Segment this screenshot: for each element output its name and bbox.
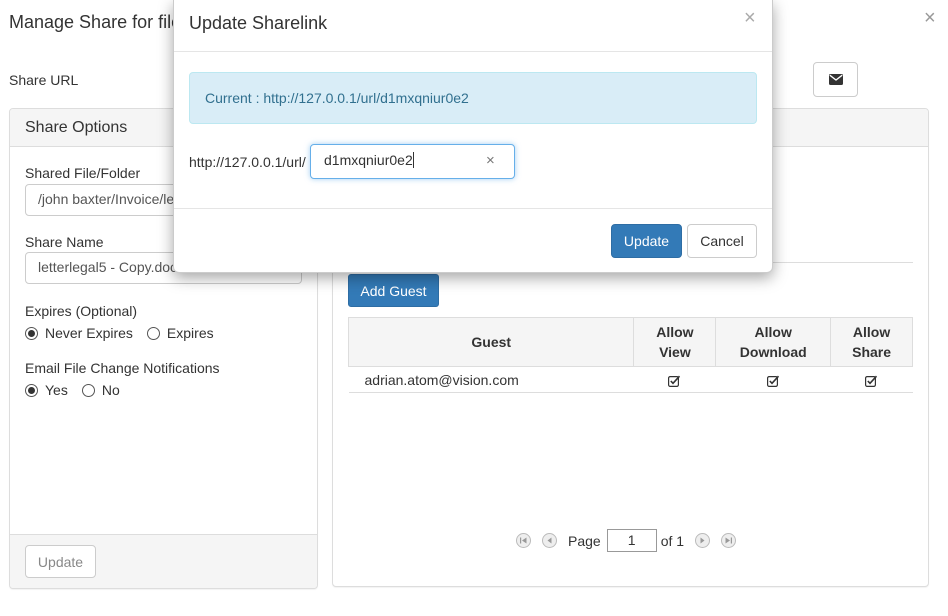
checked-box-icon[interactable]: [865, 375, 878, 387]
last-page-icon[interactable]: [721, 533, 737, 548]
expires-label: Expires (Optional): [25, 303, 138, 319]
update-sharelink-modal: [173, 0, 773, 273]
never-expires-label[interactable]: Never Expires: [45, 325, 133, 341]
allow-download-cell[interactable]: [715, 366, 831, 393]
expires-radio[interactable]: [146, 326, 160, 340]
column-header-allow-download[interactable]: Allow Download: [715, 317, 832, 367]
url-prefix-label: http://127.0.0.1/url/: [189, 154, 306, 170]
add-guest-button[interactable]: Add Guest: [348, 274, 439, 307]
checked-box-icon[interactable]: [668, 375, 681, 387]
page-label: Page: [568, 532, 601, 549]
manage-share-close-icon[interactable]: ×: [924, 8, 936, 28]
sharelink-slug-input[interactable]: d1mxqniur0e2: [310, 144, 515, 179]
modal-close-icon[interactable]: ×: [744, 8, 756, 28]
notifications-yes-label[interactable]: Yes: [45, 382, 68, 398]
email-share-button[interactable]: [813, 62, 858, 97]
modal-title: Update Sharelink: [189, 13, 328, 33]
guest-email: adrian.atom@vision.com: [348, 366, 634, 393]
current-link-alert: Current : http://127.0.0.1/url/d1mxqniur…: [189, 72, 757, 124]
text-caret: [412, 152, 414, 168]
modal-header-divider: [174, 51, 772, 52]
allow-share-cell[interactable]: [830, 366, 913, 393]
shared-file-label: Shared File/Folder: [25, 165, 141, 181]
column-header-allow-view[interactable]: Allow View: [633, 317, 717, 367]
page-count-label: of 1: [660, 532, 685, 549]
share-url-label: Share URL: [9, 72, 79, 88]
never-expires-radio[interactable]: [25, 326, 38, 340]
checked-box-icon[interactable]: [766, 375, 780, 387]
notifications-yes-radio[interactable]: [25, 383, 38, 397]
cancel-button[interactable]: Cancel: [687, 224, 757, 258]
column-header-allow-share[interactable]: Allow Share: [830, 317, 913, 367]
share-name-label: Share Name: [25, 234, 104, 250]
page-number-input[interactable]: 1: [606, 529, 657, 552]
allow-view-cell[interactable]: [633, 366, 716, 393]
first-page-icon[interactable]: [516, 533, 531, 548]
clear-input-icon[interactable]: ×: [486, 152, 495, 170]
update-button[interactable]: Update: [611, 224, 682, 258]
notifications-no-radio[interactable]: [81, 383, 95, 397]
manage-share-title: Manage Share for file: [9, 12, 182, 32]
modal-footer-divider: [174, 208, 772, 209]
expires-option-label[interactable]: Expires: [167, 325, 214, 341]
notifications-no-label[interactable]: No: [102, 382, 120, 398]
notifications-label: Email File Change Notifications: [25, 360, 220, 376]
slug-value: d1mxqniur0e2: [324, 152, 413, 168]
guest-table: Guest Allow View Allow Download Allow Sh…: [347, 317, 913, 393]
notifications-radio-group: Yes No: [25, 382, 120, 398]
table-row: adrian.atom@vision.com: [348, 366, 913, 393]
previous-page-icon[interactable]: [542, 533, 557, 548]
envelope-icon: [828, 74, 843, 85]
next-page-icon[interactable]: [695, 533, 711, 548]
expires-radio-group: Never Expires Expires: [25, 325, 214, 341]
column-header-guest[interactable]: Guest: [347, 317, 635, 367]
share-options-update-button[interactable]: Update: [25, 545, 96, 578]
pagination: Page 1 of 1: [516, 529, 737, 552]
